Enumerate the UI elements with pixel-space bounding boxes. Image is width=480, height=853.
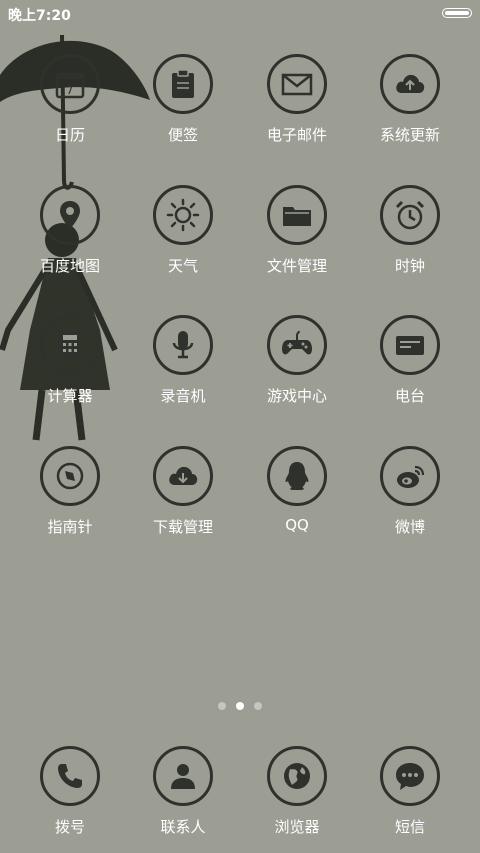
app-email[interactable]: 电子邮件	[247, 54, 347, 145]
app-file-manager[interactable]: 文件管理	[247, 185, 347, 276]
dock-contacts[interactable]: 联系人	[133, 746, 233, 837]
clipboard-icon	[153, 54, 213, 114]
app-label: 联系人	[160, 818, 206, 836]
app-label: 电子邮件	[266, 126, 327, 144]
app-label: 微博	[394, 518, 425, 536]
app-label: 便签	[167, 126, 198, 144]
page-indicator	[0, 700, 480, 712]
calendar-day: 7	[66, 83, 74, 97]
app-label: 天气	[167, 257, 198, 275]
chat-bubble-icon	[380, 746, 440, 806]
app-label: 计算器	[47, 387, 93, 405]
app-calendar[interactable]: 7 日历	[20, 54, 120, 145]
calculator-icon	[40, 315, 100, 375]
gamepad-icon	[267, 315, 327, 375]
app-weibo[interactable]: 微博	[360, 446, 460, 537]
sun-icon	[153, 185, 213, 245]
app-label: 浏览器	[274, 818, 320, 836]
envelope-icon	[267, 54, 327, 114]
calendar-icon: 7	[40, 54, 100, 114]
app-clock[interactable]: 时钟	[360, 185, 460, 276]
dock-messages[interactable]: 短信	[360, 746, 460, 837]
map-pin-icon	[40, 185, 100, 245]
folder-icon	[267, 185, 327, 245]
app-label: 短信	[394, 818, 425, 836]
app-qq[interactable]: QQ	[247, 446, 347, 534]
dock-phone[interactable]: 拨号	[20, 746, 120, 837]
app-label: 录音机	[160, 387, 206, 405]
dock-browser[interactable]: 浏览器	[247, 746, 347, 837]
person-icon	[153, 746, 213, 806]
cloud-upload-icon	[380, 54, 440, 114]
phone-icon	[40, 746, 100, 806]
app-download-manager[interactable]: 下载管理	[133, 446, 233, 537]
status-bar: 晚上7:20	[0, 0, 480, 26]
cloud-download-icon	[153, 446, 213, 506]
app-label: QQ	[285, 516, 309, 534]
microphone-icon	[153, 315, 213, 375]
app-label: 文件管理	[266, 257, 327, 275]
status-time: 晚上7:20	[8, 8, 71, 24]
compass-icon	[40, 446, 100, 506]
app-label: 拨号	[54, 818, 85, 836]
globe-icon	[267, 746, 327, 806]
app-baidu-map[interactable]: 百度地图	[20, 185, 120, 276]
page-dot-active[interactable]	[236, 702, 244, 710]
app-calculator[interactable]: 计算器	[20, 315, 120, 406]
page-dot[interactable]	[254, 702, 262, 710]
weibo-icon	[380, 446, 440, 506]
app-recorder[interactable]: 录音机	[133, 315, 233, 406]
app-notes[interactable]: 便签	[133, 54, 233, 145]
app-compass[interactable]: 指南针	[20, 446, 120, 537]
app-label: 指南针	[47, 518, 93, 536]
app-weather[interactable]: 天气	[133, 185, 233, 276]
battery-icon	[442, 8, 472, 18]
app-label: 电台	[394, 387, 425, 405]
app-label: 百度地图	[39, 257, 100, 275]
app-label: 日历	[54, 126, 85, 144]
app-label: 下载管理	[152, 518, 213, 536]
app-label: 游戏中心	[266, 387, 327, 405]
page-dot[interactable]	[218, 702, 226, 710]
qq-penguin-icon	[267, 446, 327, 506]
app-label: 系统更新	[379, 126, 440, 144]
alarm-clock-icon	[380, 185, 440, 245]
app-radio[interactable]: 电台	[360, 315, 460, 406]
app-label: 时钟	[394, 257, 425, 275]
app-system-update[interactable]: 系统更新	[360, 54, 460, 145]
app-game-center[interactable]: 游戏中心	[247, 315, 347, 406]
radio-icon	[380, 315, 440, 375]
